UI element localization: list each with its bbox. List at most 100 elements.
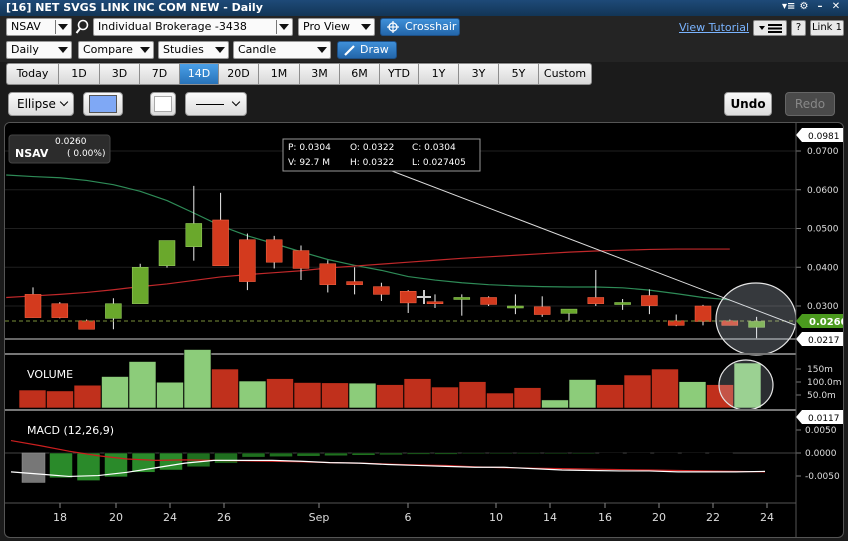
timeframe-3y[interactable]: 3Y [458,63,498,85]
interval-select[interactable]: Daily [6,41,72,59]
timeframe-ytd[interactable]: YTD [379,63,418,85]
volume-tick-label: 100.0m [807,378,842,388]
ellipse-drawing-volume[interactable] [718,359,774,411]
volume-bar [293,382,322,409]
legend-symbol: NSAV [15,147,49,160]
line-color-swatch [154,96,172,112]
view-tutorial-link[interactable]: View Tutorial [679,21,749,34]
timeframe-1y[interactable]: 1Y [418,63,458,85]
candle-body [480,297,497,305]
volume-bar [541,399,569,409]
timeframe-3m[interactable]: 3M [299,63,339,85]
view-select[interactable]: Pro View [298,18,375,36]
redo-button[interactable]: Redo [785,92,835,116]
timeframe-3d[interactable]: 3D [99,63,139,85]
macd-histogram-bar [159,452,183,471]
volume-bar [458,381,487,409]
chevron-down-icon [58,47,68,53]
macd-histogram-bar [379,452,403,456]
stock-chart[interactable]: 0.0700 0.0600 0.0500 0.0400 0.0300 NSAV 0.02… [5,123,844,538]
link-button[interactable]: Link 1 [810,20,844,36]
window-buttons: ▾≡ ⚙ – ✕ [782,1,842,13]
macd-histogram-bar [406,452,431,455]
volume-axis: 150m 100.0m 50.0m [796,365,842,401]
volume-bar [486,392,514,409]
candle-body [51,303,69,318]
account-select[interactable]: Individual Brokerage -3438 [93,18,293,36]
timeframe-buttons: Today 1D 3D 7D 14D 20D 1M 3M 6M YTD 1Y 3Y 5Y Custom [6,63,592,85]
ellipse-drawing[interactable] [715,282,797,356]
fill-color-picker[interactable] [83,92,123,116]
price-badge-last-text: 0.0260 [809,317,844,328]
macd-histogram-bar [516,452,541,455]
x-tick-label: 14 [543,511,557,524]
undo-button[interactable]: Undo [724,92,772,116]
candle-body [319,263,337,285]
timeframe-7d[interactable]: 7D [139,63,179,85]
volume-title: VOLUME [27,368,73,381]
compare-select-value: Compare [83,43,133,56]
price-badge-bottom-text: 0.0217 [808,336,840,346]
chart-type-select-value: Candle [238,43,277,56]
candle-body [694,305,712,322]
candle-body [373,286,390,295]
x-tick-label: 18 [53,511,67,524]
symbol-input[interactable]: NSAV [6,18,72,36]
timeframe-20d[interactable]: 20D [218,63,258,85]
volume-bar [101,376,129,409]
close-button[interactable]: ✕ [830,1,842,13]
price-tick-label: 0.0500 [807,225,839,235]
timeframe-5y[interactable]: 5Y [498,63,538,85]
draw-button[interactable]: Draw [337,41,397,59]
window-menu-button[interactable]: ▾≡ [782,1,795,13]
layout-menu-button[interactable] [753,20,787,36]
volume-bar [403,378,432,409]
x-tick-label: 20 [109,511,123,524]
price-badge-top: 0.0981 [796,128,843,142]
candle-body [533,306,551,315]
crosshair-button[interactable]: Crosshair [380,18,460,36]
macd-histogram-bar [461,452,486,455]
symbol-input-value: NSAV [11,20,41,33]
macd-histogram-bar [324,452,348,457]
volume-bar [376,384,404,409]
candle-body [453,297,471,300]
studies-select[interactable]: Studies [158,41,229,59]
timeframe-1d[interactable]: 1D [58,63,99,85]
macd-badge: 0.0117 [796,410,843,424]
x-tick-label: 26 [217,511,231,524]
volume-bar [266,378,294,409]
crosshair-icon [387,21,399,33]
chart-panel: 0.0700 0.0600 0.0500 0.0400 0.0300 NSAV 0.02… [4,122,844,538]
price-tick-label: 0.0600 [807,186,839,196]
crosshair-label: Crosshair [405,20,457,33]
chart-type-select[interactable]: Candle [233,41,331,59]
chevron-down-icon [59,97,69,107]
fill-color-swatch [89,95,117,113]
timeframe-14d[interactable]: 14D [179,63,218,85]
minimize-button[interactable]: – [814,1,826,13]
macd-title: MACD (12,26,9) [27,424,114,437]
settings-icon[interactable]: ⚙ [798,1,810,13]
ohlc-open: O: 0.0322 [350,143,394,153]
shape-select[interactable]: Ellipse [8,92,74,116]
macd-histogram-bar [544,452,568,455]
candle-body [426,301,444,304]
timeframe-custom[interactable]: Custom [538,63,592,85]
line-color-picker[interactable] [150,92,176,116]
timeframe-today[interactable]: Today [6,63,58,85]
macd-badge-text: 0.0117 [808,414,840,424]
ohlc-volume: V: 92.7 M [288,158,330,168]
help-button[interactable]: ? [791,20,806,36]
pencil-icon [344,45,355,56]
volume-bar [73,384,102,409]
timeframe-1m[interactable]: 1M [258,63,299,85]
line-style-select[interactable] [185,92,247,116]
timeframe-6m[interactable]: 6M [339,63,379,85]
window-title-bar: [16] NET SVGS LINK INC COM NEW - Daily ▾… [0,0,848,16]
search-icon[interactable] [75,19,89,35]
volume-bars [18,349,762,409]
line-style-preview [196,104,224,105]
macd-histogram-bar [269,452,293,457]
compare-select[interactable]: Compare [78,41,154,59]
